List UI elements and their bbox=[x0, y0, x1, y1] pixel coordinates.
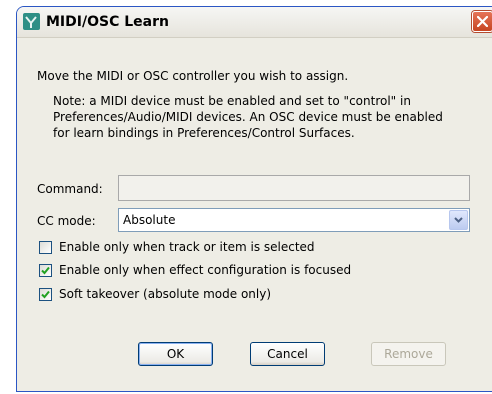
checkbox-label[interactable]: Soft takeover (absolute mode only) bbox=[59, 287, 271, 301]
remove-button[interactable]: Remove bbox=[371, 342, 446, 366]
window-title: MIDI/OSC Learn bbox=[46, 14, 169, 30]
dropdown-button[interactable] bbox=[449, 210, 468, 230]
close-button[interactable] bbox=[472, 11, 492, 32]
close-icon bbox=[477, 16, 488, 27]
checkbox-label[interactable]: Enable only when track or item is select… bbox=[59, 240, 315, 254]
cc-mode-value: Absolute bbox=[123, 213, 176, 227]
checkmark-icon bbox=[41, 266, 50, 275]
intro-text: Move the MIDI or OSC controller you wish… bbox=[37, 69, 349, 83]
ok-button[interactable]: OK bbox=[138, 342, 213, 366]
note-text: Note: a MIDI device must be enabled and … bbox=[53, 94, 443, 140]
command-label: Command: bbox=[37, 182, 103, 196]
checkbox-effect-focused[interactable] bbox=[39, 264, 52, 277]
cc-mode-select[interactable]: Absolute bbox=[118, 208, 470, 232]
checkbox-track-selected[interactable] bbox=[39, 241, 52, 254]
reaper-app-icon bbox=[23, 13, 40, 30]
midi-osc-learn-dialog: MIDI/OSC Learn Move the MIDI or OSC cont… bbox=[16, 6, 492, 392]
cancel-button[interactable]: Cancel bbox=[250, 342, 325, 366]
checkmark-icon bbox=[41, 290, 50, 299]
cc-mode-label: CC mode: bbox=[37, 214, 96, 228]
checkbox-soft-takeover[interactable] bbox=[39, 288, 52, 301]
chevron-down-icon bbox=[454, 217, 463, 223]
title-bar[interactable]: MIDI/OSC Learn bbox=[17, 7, 492, 38]
checkbox-label[interactable]: Enable only when effect configuration is… bbox=[59, 263, 351, 277]
command-field bbox=[118, 175, 470, 201]
